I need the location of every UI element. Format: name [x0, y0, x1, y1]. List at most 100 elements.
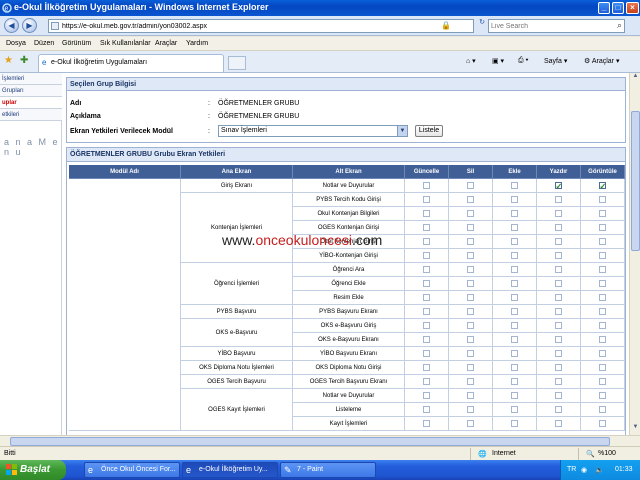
- taskbar-item-2[interactable]: e e-Okul İlköğretim Uy...: [182, 462, 278, 478]
- checkbox[interactable]: [598, 252, 606, 259]
- horizontal-scrollbar[interactable]: [0, 435, 640, 446]
- menu-edit[interactable]: Düzen: [34, 40, 54, 47]
- checkbox[interactable]: [554, 336, 562, 343]
- print-icon[interactable]: ⎙ ▾: [518, 57, 529, 65]
- forward-button[interactable]: ▶: [22, 18, 37, 33]
- dropdown-arrow-icon[interactable]: ▼: [397, 126, 407, 136]
- checkbox[interactable]: [554, 224, 562, 231]
- checkbox[interactable]: [554, 238, 562, 245]
- search-icon[interactable]: ⌕: [617, 20, 622, 31]
- checkbox[interactable]: [510, 378, 518, 385]
- menu-favorites[interactable]: Sık Kullanılanlar: [100, 40, 151, 47]
- checkbox[interactable]: [598, 196, 606, 203]
- checkbox[interactable]: [598, 392, 606, 399]
- checkbox[interactable]: [466, 364, 474, 371]
- checkbox[interactable]: [422, 224, 430, 231]
- checkbox[interactable]: [598, 224, 606, 231]
- maximize-button[interactable]: □: [612, 2, 624, 14]
- checkbox[interactable]: [598, 308, 606, 315]
- checkbox[interactable]: [554, 210, 562, 217]
- checkbox[interactable]: [554, 196, 562, 203]
- checkbox[interactable]: [466, 238, 474, 245]
- checkbox[interactable]: [422, 238, 430, 245]
- new-tab-button[interactable]: [228, 56, 246, 70]
- checkbox[interactable]: [510, 336, 518, 343]
- start-button[interactable]: Başlat: [0, 460, 66, 480]
- checkbox[interactable]: [466, 252, 474, 259]
- address-box[interactable]: 🔒: [48, 19, 474, 33]
- checkbox[interactable]: [554, 378, 562, 385]
- left-menu-item-1[interactable]: İşlemleri: [0, 73, 62, 85]
- minimize-button[interactable]: _: [598, 2, 610, 14]
- checkbox[interactable]: [422, 294, 430, 301]
- checkbox[interactable]: [466, 224, 474, 231]
- checkbox[interactable]: [510, 182, 518, 189]
- checkbox[interactable]: [466, 280, 474, 287]
- checkbox[interactable]: [554, 406, 562, 413]
- vertical-scrollbar[interactable]: ▲ ▼: [629, 73, 640, 435]
- scroll-thumb[interactable]: [631, 111, 640, 251]
- menu-file[interactable]: Dosya: [6, 40, 26, 47]
- checkbox[interactable]: [598, 350, 606, 357]
- checkbox[interactable]: [466, 350, 474, 357]
- feeds-icon[interactable]: ▣ ▾: [492, 57, 504, 65]
- zoom-level[interactable]: %100: [598, 450, 616, 457]
- checkbox[interactable]: [554, 280, 562, 287]
- checkbox[interactable]: [466, 378, 474, 385]
- checkbox[interactable]: [510, 224, 518, 231]
- checkbox[interactable]: [598, 336, 606, 343]
- checkbox[interactable]: [598, 210, 606, 217]
- lock-icon[interactable]: 🔒: [441, 21, 451, 30]
- zoom-icon[interactable]: 🔍: [586, 450, 595, 458]
- checkbox[interactable]: [422, 350, 430, 357]
- checkbox[interactable]: [510, 294, 518, 301]
- checkbox[interactable]: [510, 420, 518, 427]
- checkbox[interactable]: [422, 336, 430, 343]
- taskbar-item-1[interactable]: e Önce Okul Öncesi For...: [84, 462, 180, 478]
- checkbox[interactable]: [510, 238, 518, 245]
- search-input[interactable]: [491, 21, 609, 32]
- checkbox[interactable]: [510, 266, 518, 273]
- back-button[interactable]: ◀: [4, 18, 19, 33]
- menu-help[interactable]: Yardım: [186, 40, 208, 47]
- checkbox[interactable]: [598, 280, 606, 287]
- checkbox[interactable]: [510, 252, 518, 259]
- checkbox[interactable]: [422, 266, 430, 273]
- checkbox[interactable]: [554, 308, 562, 315]
- language-indicator[interactable]: TR: [567, 466, 576, 473]
- scroll-down-icon[interactable]: ▼: [631, 424, 640, 434]
- left-menu-item-3[interactable]: uplar: [0, 97, 62, 109]
- checkbox[interactable]: [422, 406, 430, 413]
- checkbox[interactable]: [510, 308, 518, 315]
- checkbox[interactable]: [466, 336, 474, 343]
- home-icon[interactable]: ⌂ ▾: [466, 57, 476, 65]
- checkbox[interactable]: [422, 196, 430, 203]
- checkbox[interactable]: [598, 238, 606, 245]
- checkbox[interactable]: [598, 378, 606, 385]
- left-menu-item-2[interactable]: Grupları: [0, 85, 62, 97]
- checkbox[interactable]: [466, 210, 474, 217]
- checkbox[interactable]: [554, 252, 562, 259]
- checkbox[interactable]: [598, 322, 606, 329]
- page-menu[interactable]: Sayfa ▾: [544, 57, 567, 65]
- checkbox[interactable]: [510, 364, 518, 371]
- checkbox[interactable]: [510, 392, 518, 399]
- url-input[interactable]: [62, 21, 402, 32]
- checkbox[interactable]: [598, 420, 606, 427]
- checkbox[interactable]: [598, 406, 606, 413]
- checkbox[interactable]: [422, 420, 430, 427]
- tools-menu[interactable]: ⚙ Araçlar ▾: [584, 57, 620, 65]
- listele-button[interactable]: Listele: [415, 125, 443, 137]
- search-box[interactable]: ⌕: [488, 19, 625, 33]
- taskbar-item-3[interactable]: ✎ 7 - Paint: [280, 462, 376, 478]
- checkbox[interactable]: [598, 266, 606, 273]
- menu-view[interactable]: Görünüm: [62, 40, 91, 47]
- checkbox[interactable]: [422, 364, 430, 371]
- checkbox[interactable]: [466, 322, 474, 329]
- checkbox[interactable]: [422, 280, 430, 287]
- tray-icon[interactable]: ◉: [581, 466, 587, 474]
- checkbox[interactable]: [422, 308, 430, 315]
- checkbox[interactable]: [422, 182, 430, 189]
- checkbox[interactable]: [554, 266, 562, 273]
- checkbox[interactable]: [510, 210, 518, 217]
